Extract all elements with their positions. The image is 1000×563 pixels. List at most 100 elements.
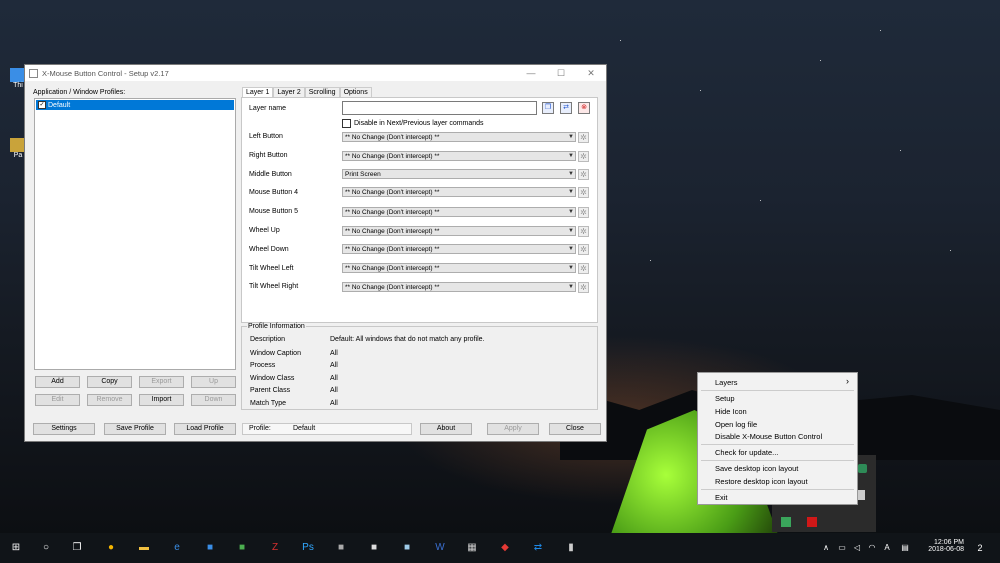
gear-icon[interactable]: ✲ xyxy=(578,151,589,162)
import-button[interactable]: Import xyxy=(139,394,184,406)
chevron-down-icon: ▼ xyxy=(568,171,574,177)
pi-caption-value: All xyxy=(330,350,338,357)
chevron-up-icon[interactable]: ∧ xyxy=(818,540,834,556)
mapping-select[interactable]: ** No Change (Don't intercept) ** ▼ xyxy=(342,244,576,254)
filezilla-icon[interactable]: Z xyxy=(267,540,283,556)
profiles-list[interactable]: ✓ Default xyxy=(34,98,236,370)
menu-item-restore-layout[interactable]: Restore desktop icon layout xyxy=(715,477,808,486)
mapping-label: Tilt Wheel Left xyxy=(249,265,294,272)
mapping-select[interactable]: ** No Change (Don't intercept) ** ▼ xyxy=(342,226,576,236)
down-button[interactable]: Down xyxy=(191,394,236,406)
search-icon[interactable]: ○ xyxy=(38,540,54,556)
mapping-select[interactable]: Print Screen ▼ xyxy=(342,169,576,179)
mapping-value: ** No Change (Don't intercept) ** xyxy=(345,228,440,235)
mapping-select[interactable]: ** No Change (Don't intercept) ** ▼ xyxy=(342,207,576,217)
battery-icon[interactable]: ▭ xyxy=(834,540,850,556)
mapping-select[interactable]: ** No Change (Don't intercept) ** ▼ xyxy=(342,263,576,273)
checkbox[interactable]: ✓ xyxy=(38,101,46,109)
gear-icon[interactable]: ✲ xyxy=(578,169,589,180)
app-icon[interactable]: ■ xyxy=(202,540,218,556)
time: 12:06 PM xyxy=(934,539,964,546)
export-button[interactable]: Export xyxy=(139,376,184,388)
window-title: X-Mouse Button Control - Setup v2.17 xyxy=(42,68,169,78)
copy-button[interactable]: Copy xyxy=(87,376,132,388)
layer-name-input[interactable] xyxy=(342,101,537,115)
mapping-select[interactable]: ** No Change (Don't intercept) ** ▼ xyxy=(342,282,576,292)
gear-icon[interactable]: ✲ xyxy=(578,263,589,274)
mouse-icon[interactable] xyxy=(858,490,865,500)
gear-icon[interactable]: ✲ xyxy=(578,244,589,255)
calculator-icon[interactable]: ▦ xyxy=(464,540,480,556)
title-bar[interactable]: X-Mouse Button Control - Setup v2.17 — ☐… xyxy=(25,65,606,81)
file-explorer-icon[interactable]: ▬ xyxy=(136,540,152,556)
app-icon[interactable]: ◆ xyxy=(497,540,513,556)
mapping-label: Mouse Button 4 xyxy=(249,189,299,196)
task-view-icon[interactable]: ❐ xyxy=(69,540,85,556)
xmbc-taskbar-icon[interactable]: ▮ xyxy=(563,540,579,556)
adobe-icon[interactable] xyxy=(807,517,817,527)
menu-item-save-layout[interactable]: Save desktop icon layout xyxy=(715,464,798,473)
add-button[interactable]: Add xyxy=(35,376,80,388)
clock[interactable]: 12:06 PM 2018-06-08 xyxy=(920,539,964,553)
menu-separator xyxy=(701,390,854,391)
mapping-select[interactable]: ** No Change (Don't intercept) ** ▼ xyxy=(342,151,576,161)
swap-layer-icon[interactable]: ⇄ xyxy=(560,102,572,114)
gear-icon[interactable]: ✲ xyxy=(578,187,589,198)
menu-item-open-log[interactable]: Open log file xyxy=(715,420,757,429)
gear-icon[interactable]: ✲ xyxy=(578,226,589,237)
volume-icon[interactable]: ◁ xyxy=(849,540,865,556)
app-icon[interactable]: ■ xyxy=(399,540,415,556)
settings-button[interactable]: Settings xyxy=(33,423,95,435)
checkbox[interactable] xyxy=(342,119,351,128)
menu-item-check-update[interactable]: Check for update... xyxy=(715,448,778,457)
menu-item-layers[interactable]: Layers xyxy=(715,378,738,387)
menu-item-disable[interactable]: Disable X-Mouse Button Control xyxy=(715,432,822,441)
edge-icon[interactable]: e xyxy=(169,540,185,556)
profile-status-label: Profile: xyxy=(249,425,271,432)
app-icon[interactable]: ■ xyxy=(333,540,349,556)
about-button[interactable]: About xyxy=(420,423,472,435)
windows-start-icon[interactable]: ⊞ xyxy=(8,540,24,556)
close-icon[interactable]: ✕ xyxy=(576,68,606,79)
desktop-icon-label: Pa xyxy=(13,152,23,159)
gear-icon[interactable]: ✲ xyxy=(578,132,589,143)
disable-layer-option[interactable]: Disable in Next/Previous layer commands xyxy=(342,119,484,128)
minimize-icon[interactable]: — xyxy=(516,68,546,79)
mapping-select[interactable]: ** No Change (Don't intercept) ** ▼ xyxy=(342,187,576,197)
app-icon[interactable]: ■ xyxy=(366,540,382,556)
notification-icon[interactable]: 2 xyxy=(972,540,988,556)
gear-icon[interactable]: ✲ xyxy=(578,207,589,218)
shield-icon[interactable] xyxy=(858,464,867,473)
teamviewer-icon[interactable]: ⇄ xyxy=(530,540,546,556)
menu-item-setup[interactable]: Setup xyxy=(715,394,735,403)
photoshop-icon[interactable]: Ps xyxy=(300,540,316,556)
remove-button[interactable]: Remove xyxy=(87,394,132,406)
network-app-icon[interactable] xyxy=(781,517,791,527)
keyboard-icon[interactable]: ▤ xyxy=(897,540,913,556)
close-button[interactable]: Close xyxy=(549,423,601,435)
apply-button[interactable]: Apply xyxy=(487,423,539,435)
maximize-icon[interactable]: ☐ xyxy=(546,68,576,79)
menu-separator xyxy=(701,444,854,445)
ime-icon[interactable]: A xyxy=(879,540,895,556)
menu-item-exit[interactable]: Exit xyxy=(715,493,728,502)
desktop-icon-label: Thi xyxy=(13,82,23,89)
copy-layer-icon[interactable]: ❐ xyxy=(542,102,554,114)
save-profile-button[interactable]: Save Profile xyxy=(104,423,166,435)
clear-layer-icon[interactable]: ⊗ xyxy=(578,102,590,114)
word-icon[interactable]: W xyxy=(432,540,448,556)
mapping-select[interactable]: ** No Change (Don't intercept) ** ▼ xyxy=(342,132,576,142)
up-button[interactable]: Up xyxy=(191,376,236,388)
app-icon[interactable]: ■ xyxy=(234,540,250,556)
profile-info-header: Profile Information xyxy=(247,323,306,330)
app-icon xyxy=(29,68,38,78)
wifi-icon[interactable]: ◠ xyxy=(864,540,880,556)
load-profile-button[interactable]: Load Profile xyxy=(174,423,236,435)
edit-button[interactable]: Edit xyxy=(35,394,80,406)
list-item[interactable]: ✓ Default xyxy=(36,100,234,110)
chevron-down-icon: ▼ xyxy=(568,265,574,271)
chrome-icon[interactable]: ● xyxy=(103,540,119,556)
menu-item-hide-icon[interactable]: Hide Icon xyxy=(715,407,747,416)
gear-icon[interactable]: ✲ xyxy=(578,282,589,293)
mapping-value: ** No Change (Don't intercept) ** xyxy=(345,246,440,253)
